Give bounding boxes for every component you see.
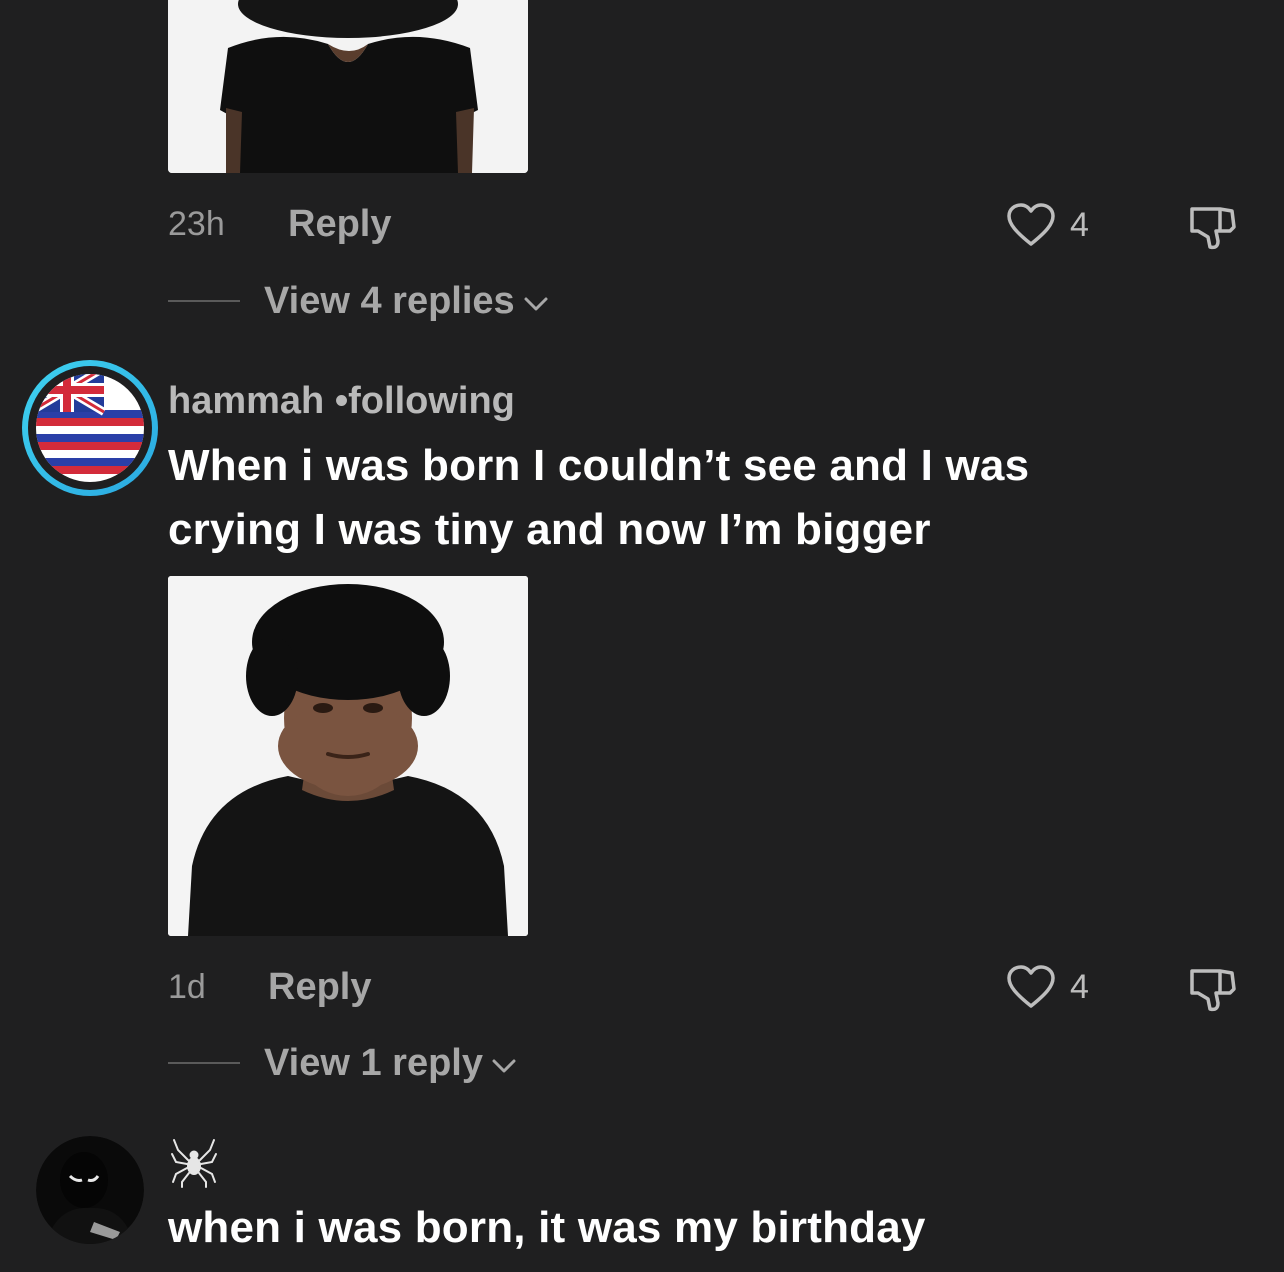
- thread-divider: [168, 300, 240, 302]
- thread-divider: [168, 1062, 240, 1064]
- comment-timestamp: 1d: [168, 968, 206, 1006]
- like-button[interactable]: 4: [1006, 964, 1089, 1010]
- following-badge: •following: [324, 380, 515, 422]
- comment-text: when i was born, it was my birthday: [168, 1203, 926, 1252]
- view-replies-button[interactable]: View 1 reply: [168, 1044, 517, 1082]
- spider-icon: [171, 1139, 217, 1188]
- like-count: 4: [1070, 968, 1089, 1006]
- comment-text-line: crying I was tiny and now I’m bigger: [168, 505, 931, 554]
- avatar[interactable]: [20, 358, 160, 498]
- comment-photo[interactable]: [168, 576, 528, 936]
- view-replies-label: View 1 reply: [264, 1042, 483, 1084]
- comment-photo-top[interactable]: [168, 0, 528, 173]
- comment-text: When i was born I couldn’t see and I was…: [168, 434, 1029, 562]
- chevron-down-icon: [524, 297, 548, 311]
- reply-button[interactable]: Reply: [288, 205, 391, 243]
- avatar[interactable]: [36, 1136, 144, 1244]
- reply-button[interactable]: Reply: [268, 968, 371, 1006]
- view-replies-button[interactable]: View 4 replies: [168, 282, 549, 320]
- heart-icon: [1007, 203, 1055, 246]
- dislike-icon[interactable]: [1186, 965, 1238, 1013]
- like-button[interactable]: 4: [1006, 202, 1089, 248]
- view-replies-label: View 4 replies: [264, 280, 515, 322]
- comment-timestamp: 23h: [168, 205, 225, 243]
- chevron-down-icon: [492, 1059, 516, 1073]
- heart-icon: [1007, 965, 1055, 1008]
- username[interactable]: hammah •following: [168, 382, 515, 420]
- username-text: hammah: [168, 380, 325, 422]
- comment-text-line: When i was born I couldn’t see and I was: [168, 441, 1030, 490]
- like-count: 4: [1070, 206, 1089, 244]
- dislike-icon[interactable]: [1186, 203, 1238, 251]
